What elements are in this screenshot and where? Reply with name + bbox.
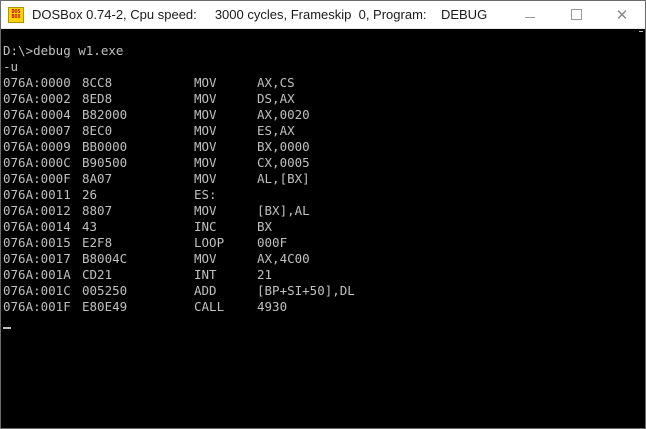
mnemonic: MOV [194,139,217,154]
close-button[interactable]: ✕ [599,1,645,28]
minimize-button[interactable] [507,1,553,28]
mnemonic: INC [194,219,217,234]
machine-code: B90500 [82,155,128,170]
disassembly-row: 076A:000C B90500 MOV CX,0005 [1,155,645,171]
disassembly-row: 076A:0014 43 INC BX [1,219,645,235]
operands: [BP+SI+50],DL [257,283,355,298]
machine-code: 8CC8 [82,75,113,90]
address: 076A:0002 [3,91,71,106]
address: 076A:0009 [3,139,71,154]
maximize-button[interactable] [553,1,599,28]
operands: DS,AX [257,91,295,106]
mnemonic: MOV [194,75,217,90]
address: 076A:000C [3,155,71,170]
mnemonic: ADD [194,283,217,298]
machine-code: BB0000 [82,139,128,154]
disassembly-row: 076A:001F E80E49 CALL 4930 [1,299,645,315]
machine-code: 8807 [82,203,113,218]
machine-code: B82000 [82,107,128,122]
disassembly-row: 076A:000F 8A07 MOV AL,[BX] [1,171,645,187]
address: 076A:001F [3,299,71,314]
operands: AX,CS [257,75,295,90]
dosbox-app-icon[interactable]: DOS BOX [8,6,24,23]
mnemonic: LOOP [194,235,225,250]
title-bar[interactable]: DOS BOX DOSBox 0.74-2, Cpu speed: 3000 c… [1,1,645,29]
disassembly-row: 076A:0000 8CC8 MOV AX,CS [1,75,645,91]
address: 076A:0014 [3,219,71,234]
address: 076A:000F [3,171,71,186]
machine-code: 8EC0 [82,123,113,138]
text-cursor [3,327,11,329]
minimize-icon [525,17,535,18]
app-icon-label-bottom: BOX [11,13,21,20]
machine-code: 26 [82,187,98,202]
operands: ES,AX [257,123,295,138]
mnemonic: MOV [194,251,217,266]
address: 076A:0011 [3,187,71,202]
mnemonic: MOV [194,91,217,106]
operands: 000F [257,235,288,250]
window-title: DOSBox 0.74-2, Cpu speed: 3000 cycles, F… [32,7,488,22]
machine-code: B8004C [82,251,128,266]
mnemonic: MOV [194,171,217,186]
edge-marker [639,31,643,32]
address: 076A:0004 [3,107,71,122]
disassembly-row: 076A:001C 005250 ADD [BP+SI+50],DL [1,283,645,299]
mnemonic: MOV [194,203,217,218]
disassembly-row: 076A:0004 B82000 MOV AX,0020 [1,107,645,123]
command-line: D:\>debug w1.exe [3,43,124,58]
operands: 4930 [257,299,288,314]
mnemonic: CALL [194,299,225,314]
disassembly-row: 076A:001A CD21 INT 21 [1,267,645,283]
operands: AX,0020 [257,107,310,122]
machine-code: 8A07 [82,171,113,186]
console-screen[interactable]: D:\>debug w1.exe -u 076A:0000 8CC8 MOV AX,C… [1,29,645,428]
operands: CX,0005 [257,155,310,170]
close-icon: ✕ [615,5,629,24]
address: 076A:0017 [3,251,71,266]
machine-code: E2F8 [82,235,113,250]
mnemonic: MOV [194,123,217,138]
operands: AL,[BX] [257,171,310,186]
maximize-icon [570,9,582,20]
address: 076A:001A [3,267,71,282]
operands: [BX],AL [257,203,310,218]
operands: BX,0000 [257,139,310,154]
address: 076A:0000 [3,75,71,90]
address: 076A:0007 [3,123,71,138]
machine-code: 005250 [82,283,128,298]
address: 076A:0012 [3,203,71,218]
mnemonic: MOV [194,107,217,122]
operands: 21 [257,267,273,282]
disassembly-row: 076A:0011 26 ES: [1,187,645,203]
machine-code: CD21 [82,267,113,282]
disassembly-listing: 076A:0000 8CC8 MOV AX,CS 076A:0002 8ED8 MOV DS,… [1,75,645,315]
disassembly-row: 076A:0002 8ED8 MOV DS,AX [1,91,645,107]
disassembly-row: 076A:0012 8807 MOV [BX],AL [1,203,645,219]
disassembly-row: 076A:0017 B8004C MOV AX,4C00 [1,251,645,267]
prompt-line [1,315,645,331]
operands: AX,4C00 [257,251,310,266]
machine-code: E80E49 [82,299,128,314]
debug-command: -u [3,59,19,74]
operands: BX [257,219,273,234]
mnemonic: ES: [194,187,217,202]
machine-code: 8ED8 [82,91,113,106]
mnemonic: INT [194,267,217,282]
machine-code: 43 [82,219,98,234]
mnemonic: MOV [194,155,217,170]
address: 076A:0015 [3,235,71,250]
disassembly-row: 076A:0015 E2F8 LOOP 000F [1,235,645,251]
disassembly-row: 076A:0009 BB0000 MOV BX,0000 [1,139,645,155]
address: 076A:001C [3,283,71,298]
dosbox-window: DOS BOX DOSBox 0.74-2, Cpu speed: 3000 c… [0,0,646,429]
disassembly-row: 076A:0007 8EC0 MOV ES,AX [1,123,645,139]
